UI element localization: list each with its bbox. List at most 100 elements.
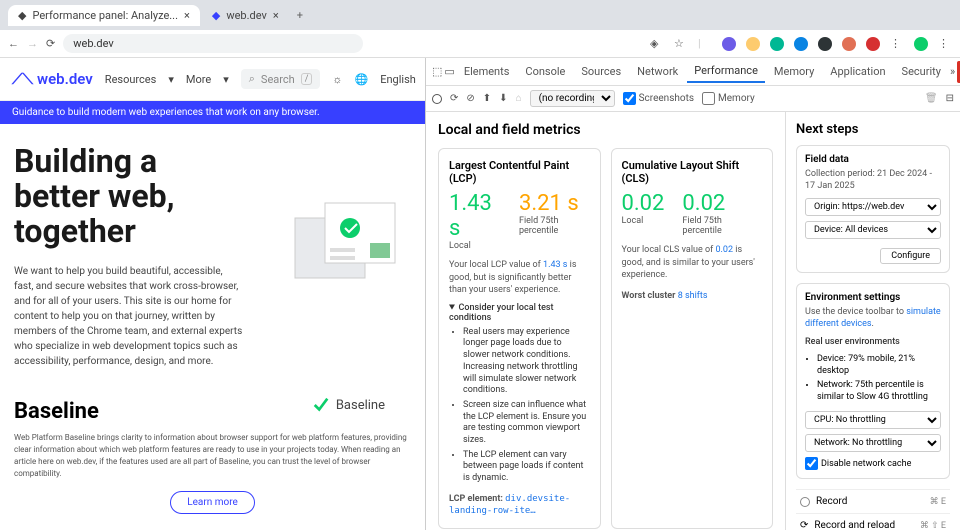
device-select[interactable]: Device: All devices xyxy=(805,221,941,239)
toolbar-icons: ◈ ☆ | ⋮ ⋮ xyxy=(650,37,952,51)
ext-icon[interactable] xyxy=(770,37,784,51)
perf-toolbar: ⟳ ⊘ ⬆ ⬇ ⌂ (no recordings) Screenshots Me… xyxy=(426,86,960,112)
cpu-throttle-select[interactable]: CPU: No throttling xyxy=(805,411,941,429)
theme-icon[interactable]: ☼ xyxy=(332,73,342,86)
tab-title: Performance panel: Analyze... xyxy=(32,9,178,22)
cls-desc: Your local CLS value of 0.02 is good, an… xyxy=(622,244,763,282)
search-input[interactable]: ⌕ Search / xyxy=(241,69,321,89)
ext-icon[interactable] xyxy=(842,37,856,51)
reload-icon[interactable]: ⟳ xyxy=(46,37,55,50)
separator: | xyxy=(698,37,712,51)
lang-select[interactable]: English xyxy=(380,73,416,86)
ext-icon[interactable] xyxy=(746,37,760,51)
browser-tab-active[interactable]: ◆ Performance panel: Analyze... × xyxy=(8,5,200,26)
back-icon[interactable]: ← xyxy=(8,37,19,50)
chevron-down-icon[interactable]: ▾ xyxy=(168,73,174,86)
tab-network[interactable]: Network xyxy=(630,61,685,82)
devtools-panel: ⬚ ▭ Elements Console Sources Network Per… xyxy=(425,58,960,530)
lcp-considerations[interactable]: Consider your local test conditions Real… xyxy=(449,303,590,485)
browser-tab-strip: ◆ Performance panel: Analyze... × ◆ web.… xyxy=(0,0,960,30)
consider-summary[interactable]: Consider your local test conditions xyxy=(449,303,590,323)
memory-toggle[interactable]: Memory xyxy=(702,92,755,105)
menu-icon[interactable]: ⋮ xyxy=(938,37,952,51)
reload-icon: ⟳ xyxy=(800,520,808,530)
record-icon[interactable] xyxy=(432,94,442,104)
hero-illustration xyxy=(275,188,415,298)
ext-icon[interactable] xyxy=(794,37,808,51)
chevron-down-icon[interactable]: ▾ xyxy=(223,73,229,86)
search-icon: ⌕ xyxy=(249,72,255,86)
lcp-field-value: 3.21 s xyxy=(519,191,590,216)
record-reload-button[interactable]: ⟳ Record and reload ⌘ ⇧ E xyxy=(796,513,950,530)
ext-icon[interactable] xyxy=(722,37,736,51)
field-data-title: Field data xyxy=(805,154,941,165)
ext-icon[interactable] xyxy=(818,37,832,51)
tab-elements[interactable]: Elements xyxy=(457,61,517,82)
devtools-tabs: ⬚ ▭ Elements Console Sources Network Per… xyxy=(426,58,960,86)
site-header: ⟋⟍ web.dev Resources ▾ More ▾ ⌕ Search /… xyxy=(0,58,425,101)
shortcut-key: / xyxy=(301,73,313,85)
device-icon[interactable]: ▭ xyxy=(444,65,454,78)
lcp-card: Largest Contentful Paint (LCP) 1.43 s Lo… xyxy=(438,148,601,529)
tab-sources[interactable]: Sources xyxy=(574,61,628,82)
tab-performance[interactable]: Performance xyxy=(687,60,765,83)
star-icon[interactable]: ☆ xyxy=(674,37,688,51)
disable-cache-toggle[interactable]: Disable network cache xyxy=(805,457,941,470)
metrics-main: Local and field metrics Largest Contentf… xyxy=(426,112,785,530)
tab-favicon: ◆ xyxy=(212,9,220,22)
lcp-element: LCP element: div.devsite-landing-row-ite… xyxy=(449,493,590,518)
nav-more[interactable]: More xyxy=(186,73,211,86)
logo-icon: ⟋⟍ xyxy=(12,70,33,88)
inspect-icon[interactable]: ⬚ xyxy=(432,65,442,78)
more-tabs-icon[interactable]: » xyxy=(950,65,955,78)
browser-tab[interactable]: ◆ web.dev × xyxy=(202,5,289,26)
clear-icon[interactable]: ⊘ xyxy=(466,93,474,104)
env-settings-title: Environment settings xyxy=(805,292,941,303)
tab-application[interactable]: Application xyxy=(823,61,892,82)
collapse-icon[interactable]: ⊟ xyxy=(946,93,954,104)
new-tab-icon[interactable]: + xyxy=(297,9,303,22)
origin-select[interactable]: Origin: https://web.dev xyxy=(805,198,941,216)
trash-icon[interactable]: 🗑 xyxy=(925,93,938,104)
url-input[interactable]: web.dev xyxy=(63,34,363,53)
env-text: Use the device toolbar to simulate diffe… xyxy=(805,307,941,330)
ext-icon[interactable] xyxy=(866,37,880,51)
tab-console[interactable]: Console xyxy=(518,61,572,82)
next-steps-title: Next steps xyxy=(796,122,950,137)
nav-resources[interactable]: Resources xyxy=(105,73,157,86)
lcp-title: Largest Contentful Paint (LCP) xyxy=(449,159,590,185)
guidance-banner: Guidance to build modern web experiences… xyxy=(0,101,425,124)
worst-cluster-link[interactable]: 8 shifts xyxy=(678,291,708,301)
cls-local-value: 0.02 xyxy=(622,191,665,216)
cls-field-value: 0.02 xyxy=(682,191,762,216)
globe-icon: 🌐 xyxy=(355,73,369,86)
lcp-desc: Your local LCP value of 1.43 s is good, … xyxy=(449,259,590,297)
collection-period: Collection period: 21 Dec 2024 - 17 Jan … xyxy=(805,169,941,192)
page-viewport: ⟋⟍ web.dev Resources ▾ More ▾ ⌕ Search /… xyxy=(0,58,425,530)
screenshots-toggle[interactable]: Screenshots xyxy=(623,92,694,105)
reload-icon[interactable]: ⟳ xyxy=(450,93,458,104)
lcp-local-value: 1.43 s xyxy=(449,191,501,241)
site-logo[interactable]: ⟋⟍ web.dev xyxy=(12,70,93,88)
download-icon[interactable]: ⬇ xyxy=(499,93,507,104)
close-icon[interactable]: × xyxy=(184,9,190,22)
configure-button[interactable]: Configure xyxy=(880,248,941,264)
upload-icon[interactable]: ⬆ xyxy=(483,93,491,104)
recording-select[interactable]: (no recordings) xyxy=(530,90,615,107)
close-icon[interactable]: × xyxy=(273,9,279,22)
extensions-icon[interactable]: ⋮ xyxy=(890,37,904,51)
next-steps-sidebar: Next steps Field data Collection period:… xyxy=(785,112,960,530)
metrics-title: Local and field metrics xyxy=(438,122,773,138)
tab-title: web.dev xyxy=(226,9,266,22)
tab-memory[interactable]: Memory xyxy=(767,61,821,82)
learn-more-button[interactable]: Learn more xyxy=(170,491,255,514)
record-icon xyxy=(800,497,810,507)
tab-security[interactable]: Security xyxy=(895,61,948,82)
avatar[interactable] xyxy=(914,37,928,51)
history-icon[interactable]: ⌂ xyxy=(516,93,522,104)
record-button[interactable]: Record ⌘ E xyxy=(796,489,950,513)
gem-icon[interactable]: ◈ xyxy=(650,37,664,51)
network-throttle-select[interactable]: Network: No throttling xyxy=(805,434,941,452)
forward-icon[interactable]: → xyxy=(27,37,38,50)
tab-favicon: ◆ xyxy=(18,9,26,22)
